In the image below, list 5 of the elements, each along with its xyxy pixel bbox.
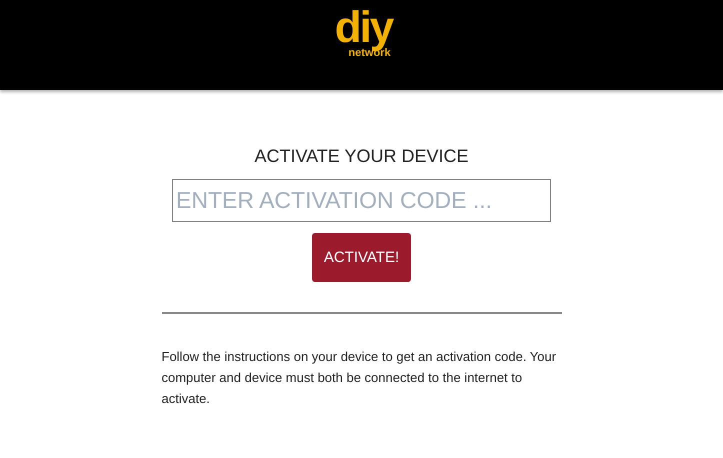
page-title: ACTIVATE YOUR DEVICE bbox=[254, 145, 469, 168]
activation-code-field[interactable]: ENTER ACTIVATION CODE ... bbox=[172, 179, 551, 222]
logo[interactable]: diy network bbox=[334, 8, 392, 59]
instructions-text: Follow the instructions on your device to get an activation code. Your computer and device must both be connected to the internet to activate. bbox=[162, 348, 558, 408]
activate-button[interactable]: ACTIVATE! bbox=[312, 233, 411, 282]
